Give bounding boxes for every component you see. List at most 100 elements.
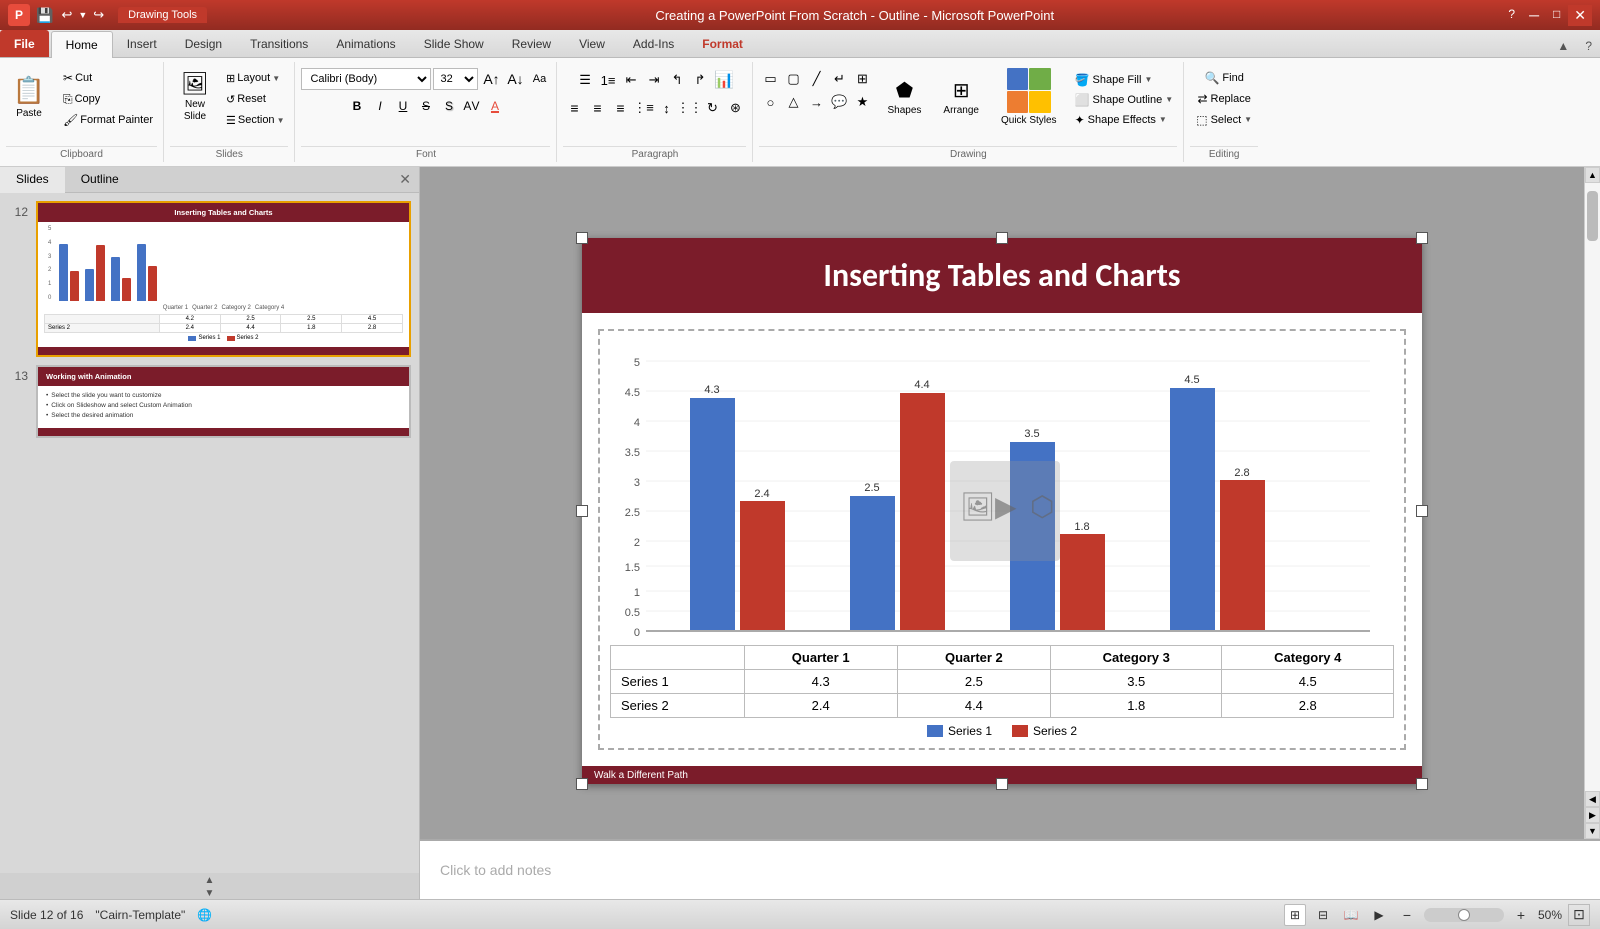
handle-tr[interactable] bbox=[1416, 232, 1428, 244]
bullets-button[interactable]: ☰ bbox=[574, 69, 596, 91]
shape-more[interactable]: ⊞ bbox=[851, 68, 873, 90]
rtl-button[interactable]: ↰ bbox=[666, 69, 688, 91]
quick-access-undo[interactable]: ↩ bbox=[59, 5, 74, 25]
font-shrink-button[interactable]: A↓ bbox=[504, 68, 526, 90]
zoom-slider[interactable] bbox=[1424, 908, 1504, 922]
convert-smartart-button[interactable]: ⊛ bbox=[724, 97, 746, 119]
shape-arrow[interactable]: → bbox=[805, 91, 827, 113]
vscroll-thumb[interactable] bbox=[1587, 191, 1598, 241]
font-color-button[interactable]: A bbox=[484, 95, 506, 117]
chart-icon[interactable]: 📊 bbox=[712, 68, 736, 92]
align-right-button[interactable]: ≡ bbox=[609, 97, 631, 119]
line-spacing-button[interactable]: ↕ bbox=[655, 97, 677, 119]
new-slide-button[interactable]: 🖼 NewSlide bbox=[170, 68, 220, 126]
shape-elbow-arrow[interactable]: ↵ bbox=[828, 68, 850, 90]
tab-file[interactable]: File bbox=[0, 30, 49, 57]
handle-ml[interactable] bbox=[576, 505, 588, 517]
italic-button[interactable]: I bbox=[369, 95, 391, 117]
paste-button[interactable]: 📋 Paste bbox=[6, 68, 52, 126]
increase-indent-button[interactable]: ⇥ bbox=[643, 69, 665, 91]
tab-transitions[interactable]: Transitions bbox=[236, 30, 322, 57]
tab-addins[interactable]: Add-Ins bbox=[619, 30, 688, 57]
font-size-select[interactable]: 32 bbox=[433, 68, 478, 90]
quick-styles-button[interactable]: Quick Styles bbox=[993, 68, 1065, 126]
find-button[interactable]: 🔍 Find bbox=[1198, 68, 1249, 87]
layout-button[interactable]: ⊞ Layout ▼ bbox=[222, 68, 289, 88]
chart-area[interactable]: 5 4.5 4 3.5 3 2.5 2 1.5 1 0.5 0 bbox=[598, 329, 1406, 750]
strikethrough-button[interactable]: S bbox=[415, 95, 437, 117]
help-btn[interactable]: ? bbox=[1502, 5, 1521, 26]
format-painter-button[interactable]: 🖌 Format Painter bbox=[59, 110, 157, 130]
quick-access-save[interactable]: 💾 bbox=[34, 5, 55, 26]
align-left-button[interactable]: ≡ bbox=[563, 97, 585, 119]
notes-area[interactable]: Click to add notes bbox=[420, 839, 1600, 899]
select-button[interactable]: ⬚ Select ▼ bbox=[1190, 110, 1258, 129]
tab-view[interactable]: View bbox=[565, 30, 619, 57]
decrease-indent-button[interactable]: ⇤ bbox=[620, 69, 642, 91]
shape-effects-button[interactable]: ✦ Shape Effects ▼ bbox=[1071, 110, 1178, 129]
quick-access-dropdown[interactable]: ▼ bbox=[78, 10, 87, 20]
arrange-button[interactable]: ⊞ Arrange bbox=[935, 68, 987, 126]
replace-button[interactable]: ⇄ Replace bbox=[1191, 89, 1256, 108]
reset-button[interactable]: ↺ Reset bbox=[222, 89, 289, 109]
tab-design[interactable]: Design bbox=[171, 30, 236, 57]
slide-thumbnail-13[interactable]: Working with Animation •Select the slide… bbox=[36, 365, 411, 438]
font-family-select[interactable]: Calibri (Body) bbox=[301, 68, 431, 90]
tab-insert[interactable]: Insert bbox=[113, 30, 171, 57]
prev-slide-btn[interactable]: ◀ bbox=[1585, 791, 1600, 807]
help-icon[interactable]: ? bbox=[1577, 35, 1600, 57]
handle-tm[interactable] bbox=[996, 232, 1008, 244]
next-slide-btn[interactable]: ▶ bbox=[1585, 807, 1600, 823]
shape-callout[interactable]: 💬 bbox=[828, 91, 850, 113]
panel-scroll-up[interactable]: ▲ bbox=[205, 875, 215, 886]
tab-format[interactable]: Format bbox=[688, 30, 757, 57]
clear-format-button[interactable]: Aa bbox=[528, 68, 550, 90]
handle-bl[interactable] bbox=[576, 778, 588, 790]
tab-animations[interactable]: Animations bbox=[322, 30, 409, 57]
zoom-thumb[interactable] bbox=[1458, 909, 1470, 921]
normal-view-btn[interactable]: ⊞ bbox=[1284, 904, 1306, 926]
maximize-btn[interactable]: □ bbox=[1547, 5, 1566, 26]
bold-button[interactable]: B bbox=[346, 95, 368, 117]
shape-fill-button[interactable]: 🪣 Shape Fill ▼ bbox=[1071, 70, 1178, 89]
handle-br[interactable] bbox=[1416, 778, 1428, 790]
reading-view-btn[interactable]: 📖 bbox=[1340, 904, 1362, 926]
section-button[interactable]: ☰ Section ▼ bbox=[222, 110, 289, 130]
shape-line[interactable]: ╱ bbox=[805, 68, 827, 90]
zoom-out-btn[interactable]: − bbox=[1396, 904, 1418, 926]
numbering-button[interactable]: 1≡ bbox=[597, 69, 619, 91]
align-center-button[interactable]: ≡ bbox=[586, 97, 608, 119]
close-btn[interactable]: ✕ bbox=[1568, 5, 1592, 26]
shape-triangle[interactable]: △ bbox=[782, 91, 804, 113]
tab-home[interactable]: Home bbox=[51, 31, 113, 58]
shape-star[interactable]: ★ bbox=[851, 91, 873, 113]
charspacing-button[interactable]: AV bbox=[461, 95, 483, 117]
slide-thumbnail-12[interactable]: Inserting Tables and Charts 543210 bbox=[36, 201, 411, 357]
fit-to-window-btn[interactable]: ⊡ bbox=[1568, 904, 1590, 926]
handle-tl[interactable] bbox=[576, 232, 588, 244]
cut-button[interactable]: ✂ Cut bbox=[59, 68, 157, 88]
tab-outline[interactable]: Outline bbox=[65, 167, 135, 192]
ltr-button[interactable]: ↱ bbox=[689, 69, 711, 91]
tab-slides[interactable]: Slides bbox=[0, 167, 65, 193]
text-dir-button[interactable]: ↻ bbox=[701, 97, 723, 119]
zoom-in-btn[interactable]: + bbox=[1510, 904, 1532, 926]
vscroll-up-btn[interactable]: ▲ bbox=[1585, 167, 1600, 183]
ribbon-collapse[interactable]: ▲ bbox=[1549, 35, 1577, 57]
slideshow-btn[interactable]: ▶ bbox=[1368, 904, 1390, 926]
tab-review[interactable]: Review bbox=[498, 30, 565, 57]
font-grow-button[interactable]: A↑ bbox=[480, 68, 502, 90]
shape-rect[interactable]: ▭ bbox=[759, 68, 781, 90]
quick-access-redo[interactable]: ↪ bbox=[91, 5, 106, 25]
columns-button[interactable]: ⋮⋮ bbox=[678, 97, 700, 119]
handle-mr[interactable] bbox=[1416, 505, 1428, 517]
tab-slideshow[interactable]: Slide Show bbox=[410, 30, 498, 57]
minimize-btn[interactable]: ─ bbox=[1523, 5, 1545, 26]
panel-close-button[interactable]: ✕ bbox=[391, 167, 419, 192]
shadow-button[interactable]: S bbox=[438, 95, 460, 117]
handle-bm[interactable] bbox=[996, 778, 1008, 790]
panel-scroll-down[interactable]: ▼ bbox=[205, 888, 215, 899]
underline-button[interactable]: U bbox=[392, 95, 414, 117]
slide-sorter-btn[interactable]: ⊟ bbox=[1312, 904, 1334, 926]
copy-button[interactable]: ⎘ Copy bbox=[59, 89, 157, 109]
